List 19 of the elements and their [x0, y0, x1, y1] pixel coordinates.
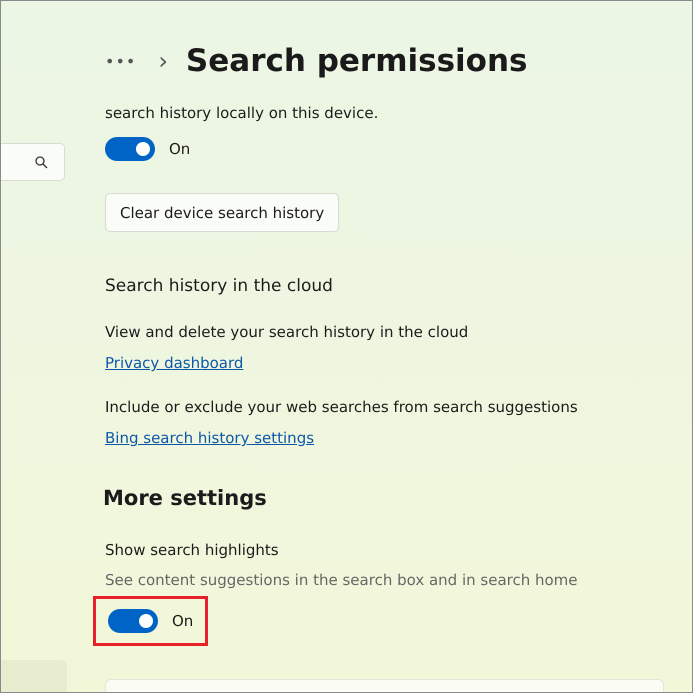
- toggle-switch[interactable]: [108, 609, 158, 633]
- description-text: View and delete your search history in the cloud: [105, 322, 470, 342]
- setting-title: Show search highlights: [105, 540, 280, 560]
- section-heading: Search history in the cloud: [105, 276, 334, 296]
- toggle-label: On: [169, 139, 190, 159]
- page-title: Search permissions: [186, 43, 528, 79]
- settings-link[interactable]: Bing search history settings: [105, 429, 314, 447]
- search-icon: [35, 156, 48, 168]
- description-text: search history locally on this device.: [105, 103, 380, 123]
- section-heading: More settings: [103, 486, 268, 510]
- setting-description: See content suggestions in the search box and in search home: [105, 570, 579, 590]
- toggle-label: On: [172, 611, 194, 631]
- chevron-icon: ›: [158, 47, 168, 75]
- settings-link[interactable]: Privacy dashboard: [105, 354, 244, 372]
- search-field[interactable]: [1, 143, 65, 181]
- clear-history-button[interactable]: Clear device search history: [105, 193, 340, 232]
- toggle-switch[interactable]: [105, 137, 155, 161]
- description-text: Include or exclude your web searches from search suggestions: [105, 397, 579, 417]
- more-breadcrumb[interactable]: •••: [105, 52, 136, 70]
